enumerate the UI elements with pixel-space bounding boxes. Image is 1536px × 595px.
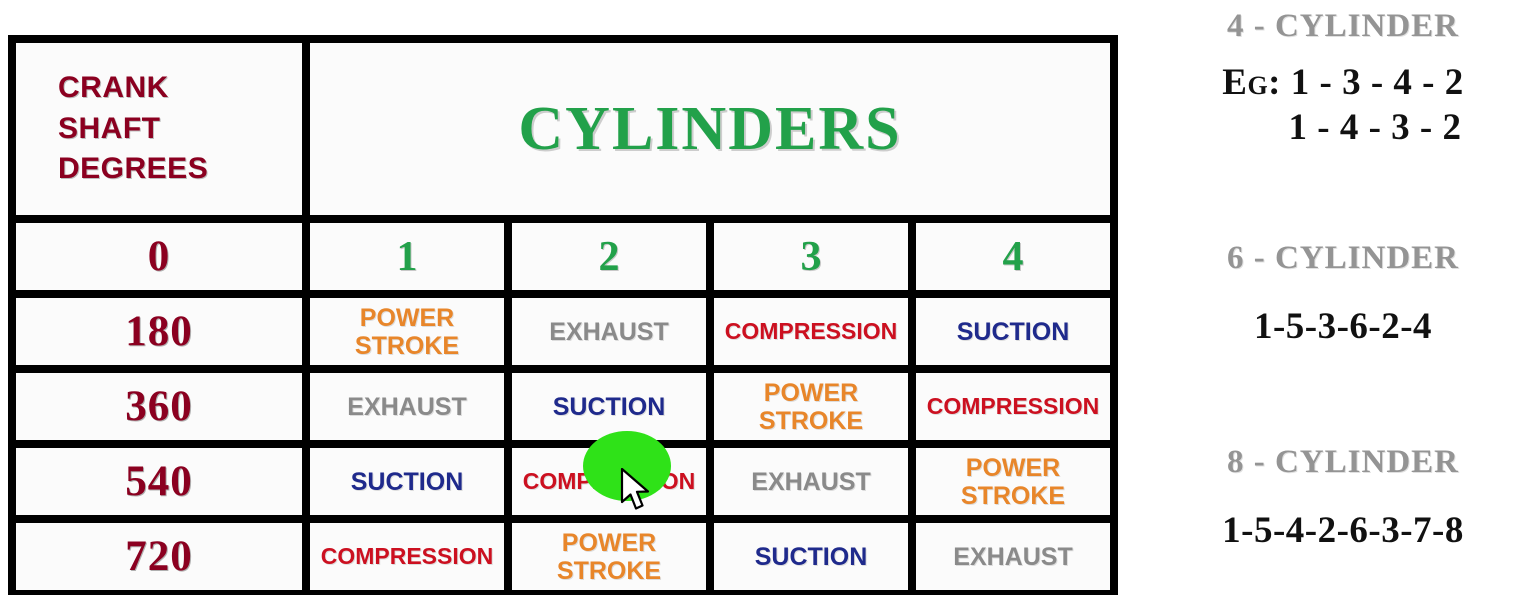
table-row: 720 COMPRESSION POWER STROKE SUCTION EXHA…	[16, 523, 1110, 590]
cylinder-number-1: 1	[396, 233, 418, 280]
firing-order-title-6cyl: 6 - CYLINDER	[1226, 240, 1459, 276]
stroke-label-suction: SUCTION	[754, 542, 868, 571]
crank-header-line-3: DEGREES	[58, 152, 209, 186]
crank-header-line-2: SHAFT	[58, 111, 161, 145]
stroke-label-exhaust: EXHAUST	[953, 542, 1073, 571]
stroke-cell-360-cyl1[interactable]: EXHAUST	[310, 373, 504, 440]
stroke-cell-720-cyl1[interactable]: COMPRESSION	[310, 523, 504, 590]
cylinder-header-1: 1	[310, 223, 504, 290]
firing-order-examples-panel: 4 - CYLINDER Eg: 1 - 3 - 4 - 2 1 - 4 - 3…	[1150, 0, 1536, 589]
table-row: 360 EXHAUST SUCTION POWER STROKE COMPRESS…	[16, 373, 1110, 440]
stroke-cell-540-cyl3[interactable]: EXHAUST	[714, 448, 908, 515]
degrees-value-360: 360	[125, 383, 193, 430]
cylinders-header-cell: CYLINDERS	[310, 43, 1110, 215]
degrees-cell-720: 720	[16, 523, 302, 590]
crank-shaft-degrees-header: CRANK SHAFT DEGREES	[16, 43, 302, 215]
degrees-cell-360: 360	[16, 373, 302, 440]
stroke-label-power: POWER STROKE	[758, 378, 864, 435]
degrees-cell-0: 0	[16, 223, 302, 290]
stroke-label-compression: COMPRESSION	[522, 467, 696, 494]
stroke-label-power: POWER STROKE	[556, 528, 662, 585]
stroke-cell-360-cyl3[interactable]: POWER STROKE	[714, 373, 908, 440]
degrees-cell-540: 540	[16, 448, 302, 515]
degrees-cell-180: 180	[16, 298, 302, 365]
firing-order-sequence-4cyl-a: Eg: 1 - 3 - 4 - 2	[1222, 62, 1464, 103]
stroke-cell-720-cyl3[interactable]: SUCTION	[714, 523, 908, 590]
stroke-cell-180-cyl3[interactable]: COMPRESSION	[714, 298, 908, 365]
crank-header-line-1: CRANK	[58, 71, 169, 105]
stroke-label-compression: COMPRESSION	[320, 542, 494, 569]
crank-shaft-degrees-header-text: CRANK SHAFT DEGREES	[58, 68, 208, 190]
stroke-cell-360-cyl4[interactable]: COMPRESSION	[916, 373, 1110, 440]
stroke-cell-720-cyl4[interactable]: EXHAUST	[916, 523, 1110, 590]
stroke-label-exhaust: EXHAUST	[549, 317, 669, 346]
firing-order-sequence-6cyl: 1-5-3-6-2-4	[1253, 306, 1433, 347]
stroke-cell-360-cyl2[interactable]: SUCTION	[512, 373, 706, 440]
table-row: 540 SUCTION COMPRESSION EXHAUST POWER STR…	[16, 448, 1110, 515]
stroke-label-compression: COMPRESSION	[926, 392, 1100, 419]
table-row: 180 POWER STROKE EXHAUST COMPRESSION SUCT…	[16, 298, 1110, 365]
cylinder-number-3: 3	[800, 233, 822, 280]
stroke-cell-720-cyl2[interactable]: POWER STROKE	[512, 523, 706, 590]
firing-order-block-6cyl: 6 - CYLINDER 1-5-3-6-2-4	[1150, 240, 1536, 348]
cylinder-number-row: 0 1 2 3 4	[16, 223, 1110, 290]
degrees-value-0: 0	[147, 233, 171, 280]
firing-order-block-8cyl: 8 - CYLINDER 1-5-4-2-6-3-7-8	[1150, 444, 1536, 552]
cylinders-title: CYLINDERS	[518, 94, 902, 163]
degrees-value-180: 180	[125, 308, 193, 355]
degrees-value-540: 540	[125, 458, 193, 505]
cylinder-header-3: 3	[714, 223, 908, 290]
stroke-cell-180-cyl4[interactable]: SUCTION	[916, 298, 1110, 365]
degrees-value-720: 720	[125, 533, 193, 580]
slide-canvas: CRANK SHAFT DEGREES CYLINDERS 0 1 2 3 4 …	[0, 0, 1536, 595]
stroke-cell-540-cyl1[interactable]: SUCTION	[310, 448, 504, 515]
stroke-cell-180-cyl1[interactable]: POWER STROKE	[310, 298, 504, 365]
stroke-label-compression: COMPRESSION	[724, 317, 898, 344]
stroke-cell-540-cyl2[interactable]: COMPRESSION	[512, 448, 706, 515]
cylinder-number-4: 4	[1002, 233, 1024, 280]
stroke-label-exhaust: EXHAUST	[347, 392, 467, 421]
cylinder-header-2: 2	[512, 223, 706, 290]
firing-order-table: CRANK SHAFT DEGREES CYLINDERS 0 1 2 3 4 …	[8, 35, 1118, 595]
stroke-label-power: POWER STROKE	[354, 303, 460, 360]
cylinder-header-4: 4	[916, 223, 1110, 290]
firing-order-block-4cyl: 4 - CYLINDER Eg: 1 - 3 - 4 - 2 1 - 4 - 3…	[1150, 8, 1536, 149]
cylinder-number-2: 2	[598, 233, 620, 280]
firing-order-title-4cyl: 4 - CYLINDER	[1226, 8, 1459, 44]
firing-order-sequence-4cyl-b: 1 - 4 - 3 - 2	[1288, 107, 1462, 148]
stroke-label-power: POWER STROKE	[960, 453, 1066, 510]
stroke-label-suction: SUCTION	[552, 392, 666, 421]
stroke-label-suction: SUCTION	[350, 467, 464, 496]
stroke-label-suction: SUCTION	[956, 317, 1070, 346]
stroke-cell-180-cyl2[interactable]: EXHAUST	[512, 298, 706, 365]
stroke-cell-540-cyl4[interactable]: POWER STROKE	[916, 448, 1110, 515]
firing-order-title-8cyl: 8 - CYLINDER	[1226, 444, 1459, 480]
firing-order-sequence-8cyl: 1-5-4-2-6-3-7-8	[1222, 510, 1464, 551]
stroke-label-exhaust: EXHAUST	[751, 467, 871, 496]
table-header-row: CRANK SHAFT DEGREES CYLINDERS	[16, 43, 1110, 215]
